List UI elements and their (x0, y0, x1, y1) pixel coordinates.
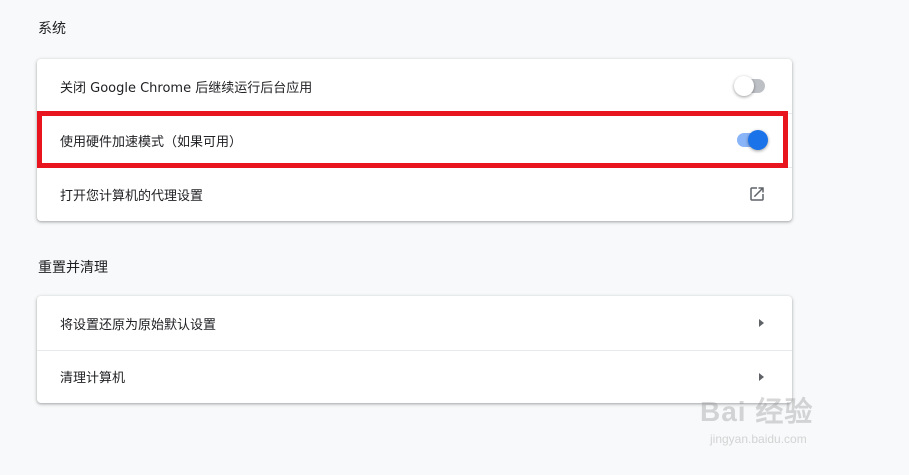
system-settings-card: 关闭 Google Chrome 后继续运行后台应用 使用硬件加速模式（如果可用… (37, 59, 792, 221)
hardware-acceleration-label: 使用硬件加速模式（如果可用） (60, 134, 243, 150)
open-in-new-icon[interactable] (748, 185, 766, 203)
hardware-acceleration-toggle[interactable] (734, 130, 768, 150)
proxy-settings-row[interactable]: 打开您计算机的代理设置 (37, 167, 792, 221)
arrow-right-icon (759, 319, 764, 327)
restore-defaults-label: 将设置还原为原始默认设置 (60, 317, 217, 333)
toggle-knob (734, 76, 754, 96)
clean-up-computer-row[interactable]: 清理计算机 (37, 350, 792, 403)
background-apps-toggle[interactable] (734, 76, 768, 96)
proxy-settings-label: 打开您计算机的代理设置 (60, 188, 204, 204)
toggle-knob (748, 130, 768, 150)
system-section-title: 系统 (38, 21, 66, 37)
clean-up-computer-label: 清理计算机 (60, 371, 126, 386)
background-apps-label: 关闭 Google Chrome 后继续运行后台应用 (60, 80, 313, 96)
watermark-url: jingyan.baidu.com (710, 432, 807, 446)
reset-settings-card: 将设置还原为原始默认设置 清理计算机 (37, 296, 792, 403)
restore-defaults-row[interactable]: 将设置还原为原始默认设置 (37, 296, 792, 350)
arrow-right-icon (759, 372, 764, 381)
hardware-acceleration-row[interactable]: 使用硬件加速模式（如果可用） (37, 113, 792, 167)
background-apps-row[interactable]: 关闭 Google Chrome 后继续运行后台应用 (37, 59, 792, 113)
reset-section-title: 重置并清理 (38, 260, 108, 276)
